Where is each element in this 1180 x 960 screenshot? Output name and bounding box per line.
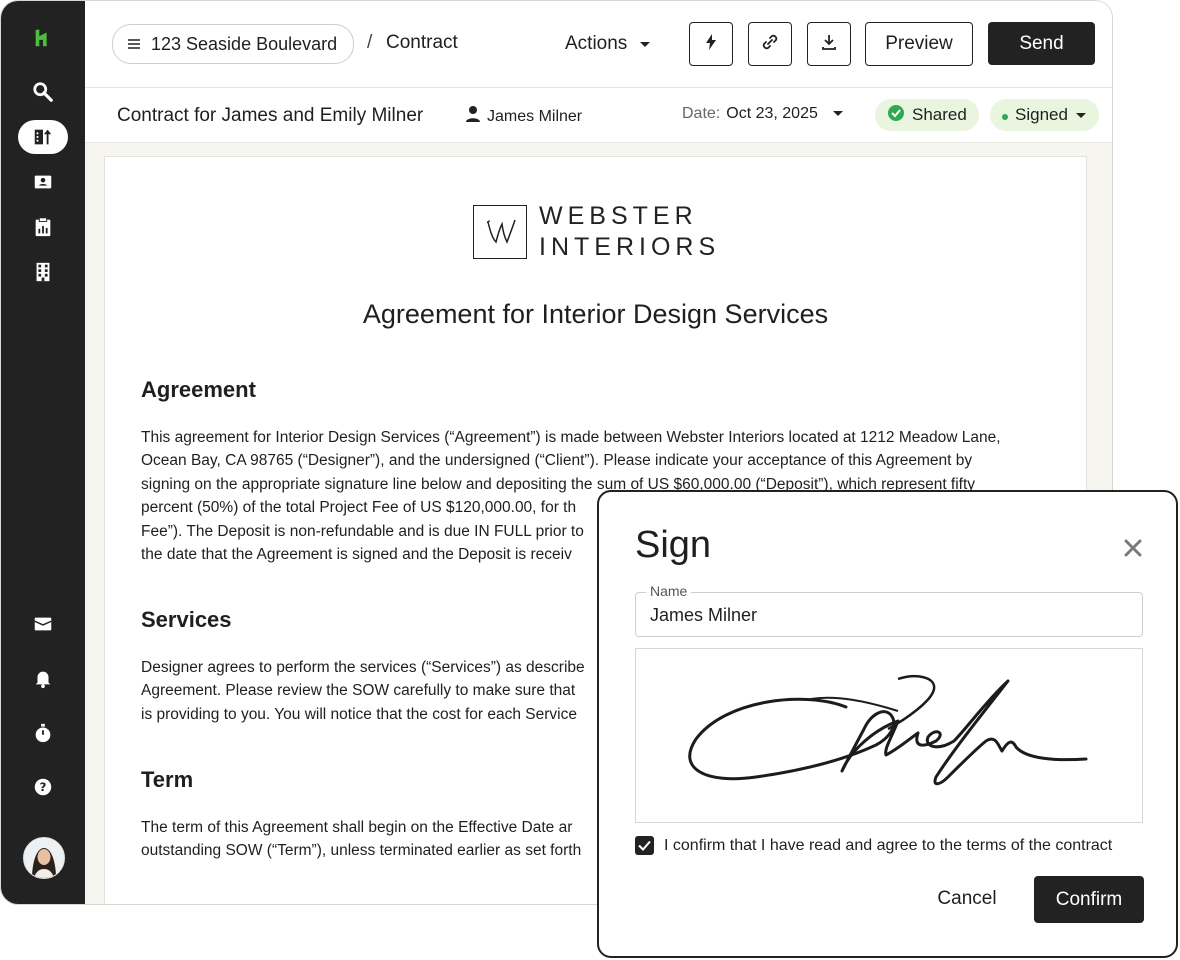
shared-badge: Shared — [875, 99, 979, 131]
section-heading: Services — [141, 607, 232, 632]
logo-line-2: INTERIORS — [539, 233, 721, 261]
link-icon — [761, 33, 779, 56]
logo-mark — [473, 205, 527, 259]
agree-checkbox-label: I confirm that I have read and agree to … — [664, 837, 1113, 854]
date-selector[interactable]: Date: Oct 23, 2025 — [682, 105, 844, 123]
document-title: Contract for James and Emily Milner — [117, 105, 424, 126]
svg-text:?: ? — [40, 780, 47, 794]
search-icon[interactable] — [18, 75, 68, 109]
signature-drawing — [688, 675, 1088, 786]
text-line: This agreement for Interior Design Servi… — [141, 429, 1001, 446]
section-heading: Agreement — [141, 377, 256, 402]
name-field-value: James Milner — [650, 605, 758, 625]
bell-icon[interactable] — [18, 661, 68, 695]
document-info-bar: Contract for James and Emily Milner Jame… — [85, 88, 1112, 143]
download-icon — [821, 33, 837, 56]
chevron-down-icon — [639, 33, 651, 55]
check-circle-icon — [887, 104, 905, 127]
client-info[interactable]: James Milner — [465, 105, 582, 128]
breadcrumb-separator: / — [367, 32, 373, 53]
chevron-down-icon — [832, 105, 844, 123]
avatar[interactable] — [23, 837, 65, 879]
section-heading: Term — [141, 767, 194, 792]
status-dot-icon — [1002, 105, 1008, 125]
agree-checkbox[interactable] — [635, 836, 654, 855]
logo-icon[interactable] — [18, 21, 68, 55]
signed-label: Signed — [1015, 105, 1068, 124]
chevron-down-icon — [1075, 105, 1087, 125]
send-button[interactable]: Send — [988, 22, 1095, 65]
person-icon — [465, 105, 481, 128]
client-name: James Milner — [487, 107, 583, 125]
signed-status-dropdown[interactable]: Signed — [990, 99, 1099, 131]
actions-menu[interactable]: Actions — [565, 33, 651, 55]
logo-line-1: WEBSTER — [539, 202, 698, 230]
inbox-icon[interactable] — [18, 607, 68, 641]
shared-label: Shared — [912, 105, 967, 124]
top-bar: 123 Seaside Boulevard / Contract Actions — [85, 1, 1112, 88]
help-icon[interactable]: ? — [18, 770, 68, 804]
date-value: Oct 23, 2025 — [726, 105, 818, 122]
close-icon[interactable] — [1124, 532, 1142, 564]
text-line: Ocean Bay, CA 98765 (“Designer”), and th… — [141, 452, 973, 470]
projects-icon[interactable] — [18, 120, 68, 154]
name-field-label: Name — [646, 583, 692, 599]
confirm-button[interactable]: Confirm — [1034, 876, 1144, 923]
lightning-icon — [704, 33, 718, 56]
project-breadcrumb[interactable]: 123 Seaside Boulevard — [112, 24, 355, 64]
sidebar: ? — [1, 1, 85, 904]
building-icon[interactable] — [18, 255, 68, 289]
clipboard-icon[interactable] — [18, 210, 68, 244]
actions-label: Actions — [565, 33, 628, 54]
cancel-button[interactable]: Cancel — [922, 876, 1012, 922]
date-label: Date: — [682, 105, 721, 122]
copy-link-button[interactable] — [748, 22, 792, 66]
dialog-title: Sign — [635, 524, 712, 566]
sign-dialog: Sign Name James Milner I confirm that I … — [597, 490, 1178, 958]
download-button[interactable] — [807, 22, 851, 66]
automation-button[interactable] — [689, 22, 733, 66]
document-heading: Agreement for Interior Design Services — [362, 299, 829, 329]
contacts-icon[interactable] — [18, 165, 68, 199]
company-logo: WEBSTER INTERIORS — [473, 201, 720, 263]
project-name: 123 Seaside Boulevard — [151, 33, 338, 54]
breadcrumb-current: Contract — [386, 32, 458, 53]
signature-pad[interactable] — [635, 648, 1143, 823]
name-field[interactable]: Name James Milner — [635, 583, 1143, 637]
menu-icon — [127, 34, 141, 55]
timer-icon[interactable] — [18, 716, 68, 750]
preview-button[interactable]: Preview — [865, 22, 973, 66]
logo-text: WEBSTER INTERIORS — [539, 201, 720, 263]
